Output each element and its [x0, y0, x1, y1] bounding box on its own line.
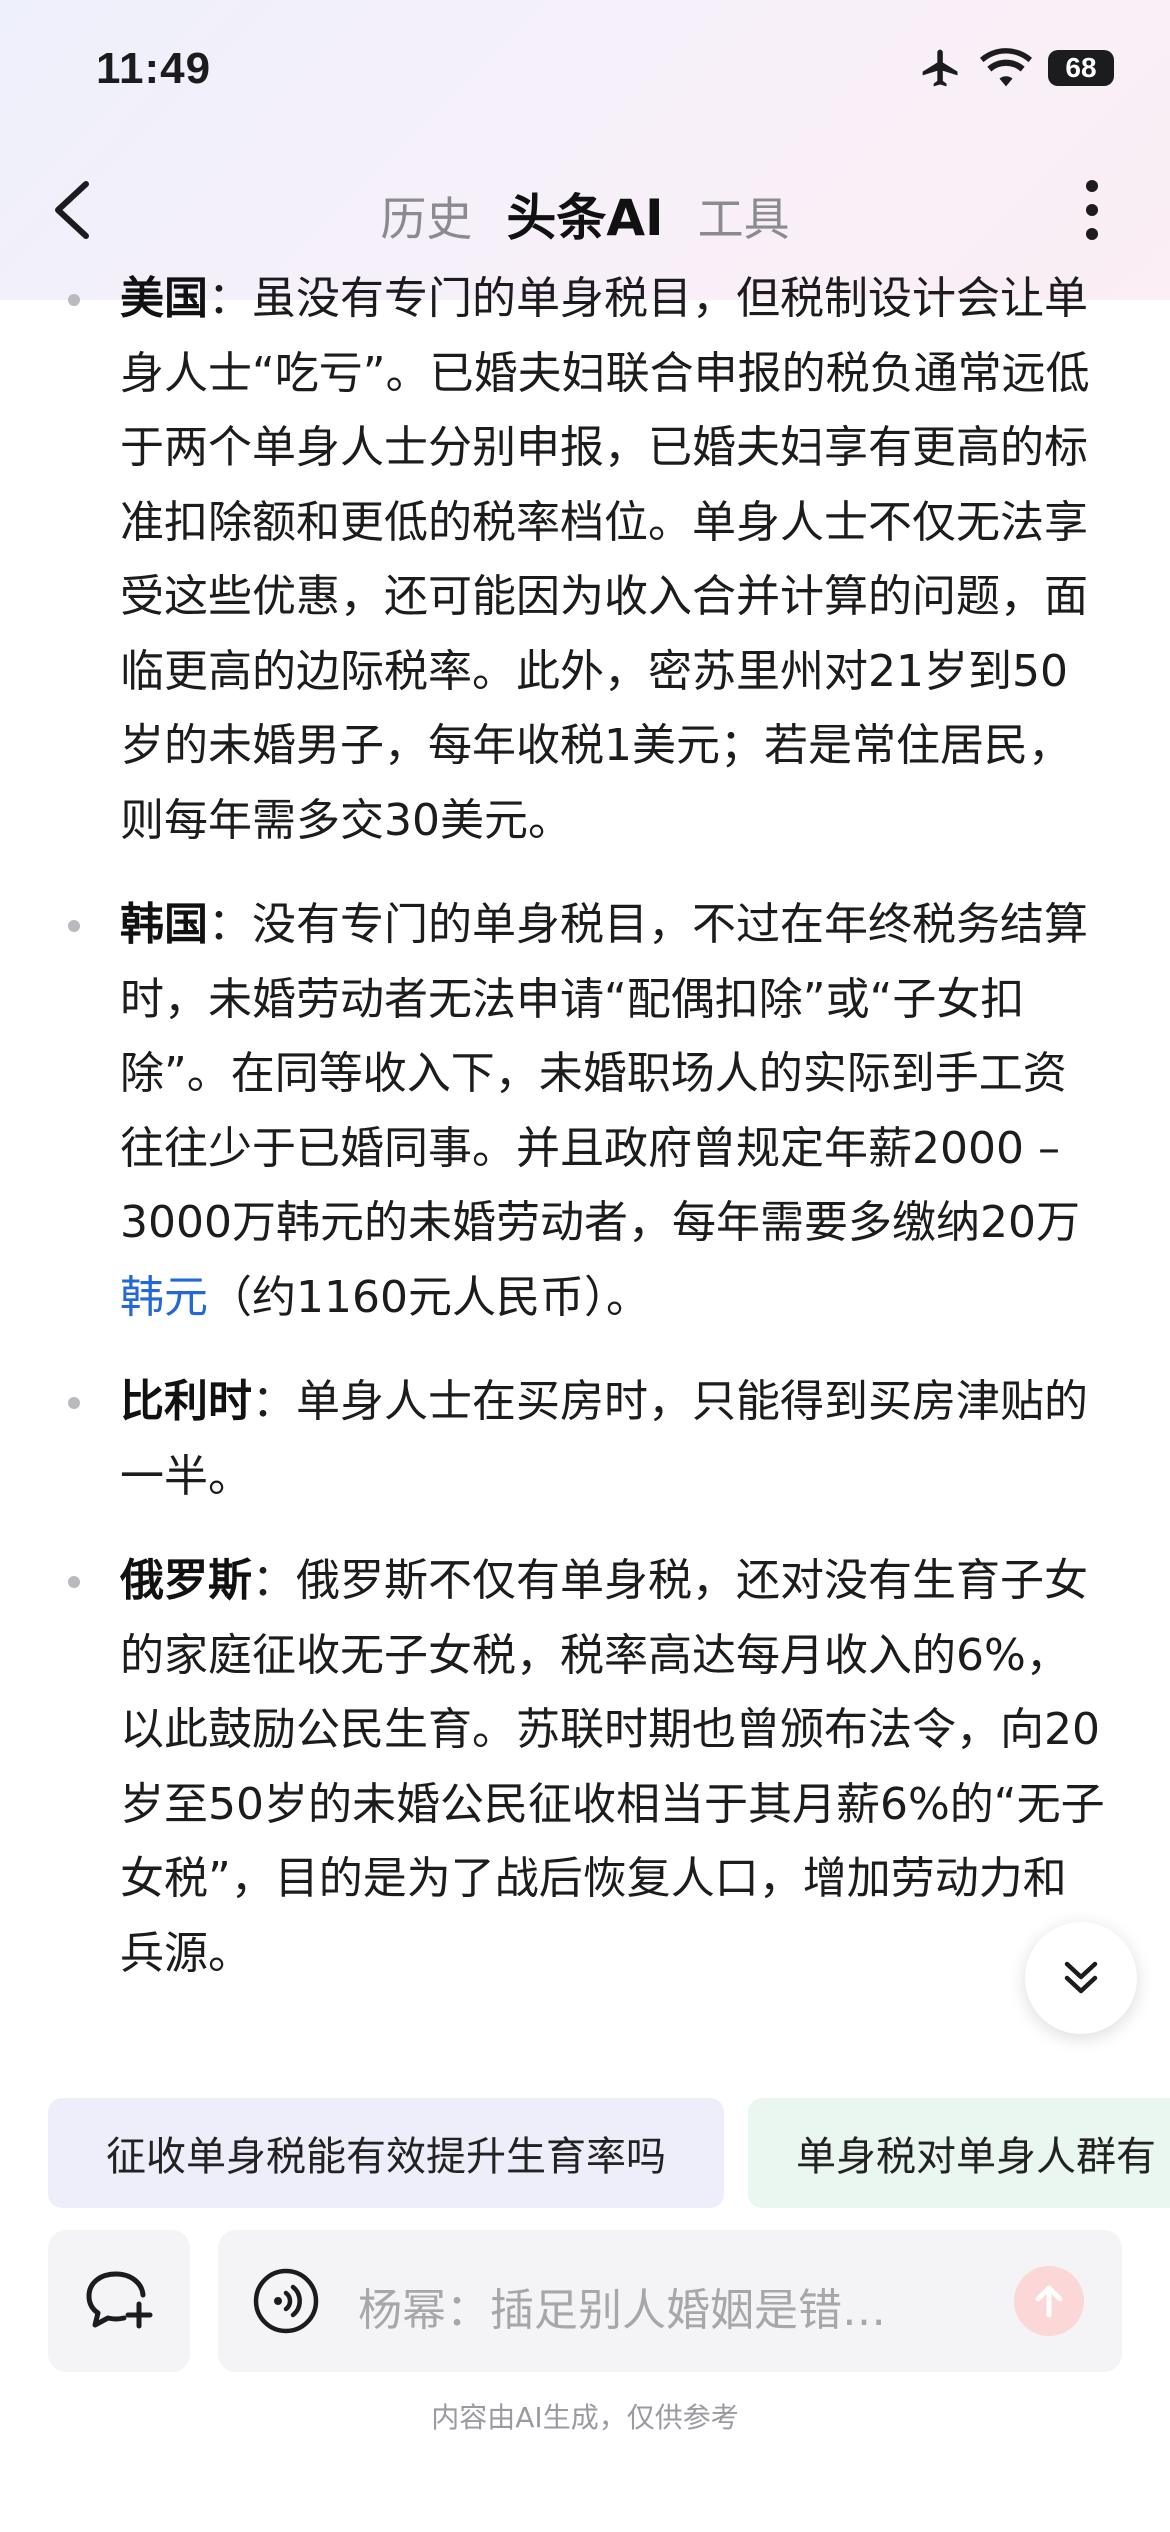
item-text: ：没有专门的单身税目，不过在年终税务结算时，未婚劳动者无法申请“配偶扣除”或“子…	[120, 899, 1088, 1248]
battery-indicator: 68	[1048, 50, 1114, 86]
item-text: ：俄罗斯不仅有单身税，还对没有生育子女的家庭征收无子女税，税率高达每月收入的6%…	[120, 1555, 1105, 1979]
new-chat-button[interactable]	[48, 2230, 190, 2372]
bullet-icon	[68, 920, 80, 932]
input-row: 杨幂：插足别人婚姻是错…	[48, 2230, 1122, 2372]
item-term: 俄罗斯	[120, 1555, 252, 1606]
suggestion-chip[interactable]: 单身税对单身人群有	[748, 2098, 1170, 2208]
bullet-icon	[68, 1397, 80, 1409]
answer-content: 美国：虽没有专门的单身税目，但税制设计会让单身人士“吃亏”。已婚夫妇联合申报的税…	[0, 262, 1170, 2062]
won-link[interactable]: 韩元	[120, 1272, 208, 1323]
nav-bar: 历史 头条AI 工具	[0, 150, 1170, 270]
more-vertical-icon	[1086, 180, 1098, 240]
list-item-belgium: 比利时：单身人士在买房时，只能得到买房津贴的一半。	[68, 1365, 1110, 1514]
item-text: ：单身人士在买房时，只能得到买房津贴的一半。	[120, 1376, 1088, 1502]
suggestion-chip[interactable]: 征收单身税能有效提升生育率吗	[48, 2098, 724, 2208]
scroll-to-bottom-button[interactable]	[1025, 1922, 1137, 2034]
list-item-korea: 韩国：没有专门的单身税目，不过在年终税务结算时，未婚劳动者无法申请“配偶扣除”或…	[68, 888, 1110, 1335]
ai-disclaimer: 内容由AI生成，仅供参考	[431, 2401, 739, 2434]
tab-history[interactable]: 历史	[380, 183, 472, 249]
item-term: 韩国	[120, 899, 208, 950]
message-input[interactable]: 杨幂：插足别人婚姻是错…	[218, 2230, 1122, 2372]
item-term: 比利时	[120, 1376, 252, 1427]
item-term: 美国	[120, 273, 208, 324]
input-placeholder: 杨幂：插足别人婚姻是错…	[358, 2285, 886, 2336]
send-button[interactable]	[1014, 2266, 1084, 2336]
suggestion-chips: 征收单身税能有效提升生育率吗 单身税对单身人群有	[48, 2098, 1170, 2210]
double-chevron-down-icon	[1064, 1961, 1098, 1994]
chat-plus-icon	[86, 2271, 153, 2329]
nav-tabs: 历史 头条AI 工具	[0, 178, 1170, 250]
voice-input-button[interactable]	[252, 2267, 320, 2335]
status-icons: 68	[918, 46, 1114, 90]
more-button[interactable]	[1072, 172, 1112, 248]
status-time: 11:49	[96, 44, 212, 93]
bullet-icon	[68, 1576, 80, 1588]
list-item-usa: 美国：虽没有专门的单身税目，但税制设计会让单身人士“吃亏”。已婚夫妇联合申报的税…	[68, 262, 1110, 858]
list-item-russia: 俄罗斯：俄罗斯不仅有单身税，还对没有生育子女的家庭征收无子女税，税率高达每月收入…	[68, 1544, 1110, 1991]
tab-toutiao-ai[interactable]: 头条AI	[506, 178, 663, 250]
voice-icon	[253, 2268, 319, 2334]
bullet-icon	[68, 294, 80, 306]
tab-tools[interactable]: 工具	[698, 183, 790, 249]
status-bar: 11:49 68	[0, 0, 1170, 150]
airplane-icon	[922, 49, 958, 87]
item-text: ：虽没有专门的单身税目，但税制设计会让单身人士“吃亏”。已婚夫妇联合申报的税负通…	[120, 273, 1090, 846]
arrow-up-icon	[1035, 2285, 1063, 2318]
wifi-icon	[980, 48, 1032, 87]
item-text-tail: （约1160元人民币）。	[208, 1271, 650, 1323]
country-list: 美国：虽没有专门的单身税目，但税制设计会让单身人士“吃亏”。已婚夫妇联合申报的税…	[0, 262, 1170, 1991]
